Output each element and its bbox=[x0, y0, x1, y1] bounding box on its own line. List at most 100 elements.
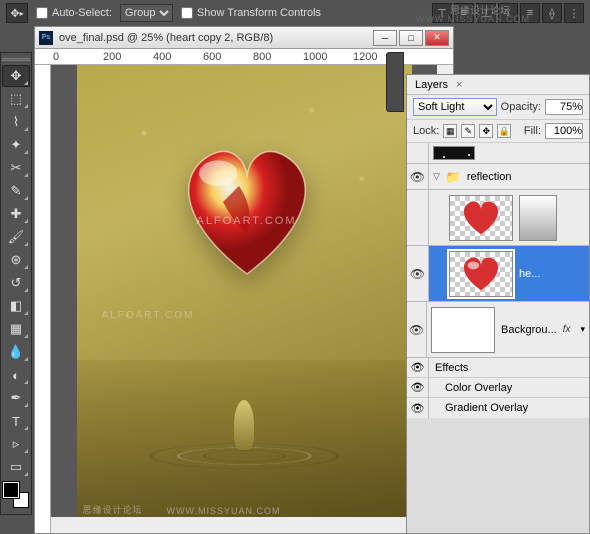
pen-tool[interactable]: ✒ bbox=[2, 387, 30, 409]
canvas-area[interactable]: ALFOART.COM ALFOART.COM 思缘设计论坛 WWW.MISSY… bbox=[51, 65, 437, 517]
blend-mode-row: Soft Light Opacity: bbox=[407, 95, 589, 120]
effect-gradient-overlay-row[interactable]: 👁 Gradient Overlay bbox=[407, 398, 589, 418]
heart-artwork bbox=[167, 135, 327, 285]
layer-name[interactable]: he... bbox=[519, 268, 540, 280]
blur-tool[interactable]: 💧 bbox=[2, 341, 30, 363]
layer-thumbnail[interactable] bbox=[449, 251, 513, 297]
toolbox-grip[interactable]: ═════ bbox=[1, 55, 31, 64]
layer-group-reflection[interactable]: 👁 ▽ 📁 reflection bbox=[407, 164, 589, 190]
visibility-toggle[interactable]: 👁 bbox=[407, 302, 427, 357]
layer-item-selected[interactable]: 👁 he... bbox=[407, 246, 589, 302]
layers-tab[interactable]: Layers × bbox=[407, 75, 589, 95]
show-transform-label: Show Transform Controls bbox=[197, 7, 321, 19]
healing-brush-tool[interactable]: ✚ bbox=[2, 203, 30, 225]
ruler-mark: 800 bbox=[253, 51, 271, 63]
eraser-tool[interactable]: ◧ bbox=[2, 295, 30, 317]
visibility-toggle[interactable]: 👁 bbox=[407, 246, 429, 301]
eye-icon: 👁 bbox=[410, 170, 425, 184]
eyedropper-tool[interactable]: ✎ bbox=[2, 180, 30, 202]
canvas-image: ALFOART.COM ALFOART.COM 思缘设计论坛 WWW.MISSY… bbox=[77, 65, 412, 517]
layer-item[interactable] bbox=[407, 143, 589, 164]
lock-row: Lock: ▦ ✎ ✥ 🔒 Fill: bbox=[407, 120, 589, 143]
layer-thumbnail[interactable] bbox=[431, 307, 495, 353]
effect-color-overlay-row[interactable]: 👁 Color Overlay bbox=[407, 378, 589, 398]
layer-thumbnail[interactable] bbox=[433, 146, 475, 160]
layers-panel: Layers × Soft Light Opacity: Lock: ▦ ✎ ✥… bbox=[406, 74, 590, 534]
lock-pixels-icon[interactable]: ✎ bbox=[461, 124, 475, 138]
foreground-color-swatch[interactable] bbox=[3, 482, 19, 498]
layer-thumbnail[interactable] bbox=[449, 195, 513, 241]
layers-list[interactable]: 👁 ▽ 📁 reflection 👁 h bbox=[407, 143, 589, 533]
layer-item-background[interactable]: 👁 Backgrou... fx ▾ bbox=[407, 302, 589, 358]
eye-icon[interactable]: 👁 bbox=[411, 361, 425, 374]
fx-disclosure-icon[interactable]: ▾ bbox=[580, 324, 585, 335]
effects-header-row[interactable]: 👁 Effects bbox=[407, 358, 589, 378]
ruler-mark: 1000 bbox=[303, 51, 327, 63]
effects-label: Effects bbox=[435, 362, 468, 374]
layer-name[interactable]: reflection bbox=[467, 171, 512, 183]
history-brush-tool[interactable]: ↺ bbox=[2, 272, 30, 294]
canvas-watermark-center: ALFOART.COM bbox=[197, 215, 297, 227]
vertical-ruler[interactable] bbox=[35, 65, 51, 533]
auto-select-checkbox[interactable]: Auto-Select: bbox=[36, 7, 112, 19]
effect-name: Gradient Overlay bbox=[435, 402, 528, 414]
effect-name: Color Overlay bbox=[435, 382, 512, 394]
visibility-toggle[interactable]: 👁 bbox=[407, 164, 429, 189]
fx-badge[interactable]: fx bbox=[563, 324, 571, 335]
ruler-mark: 0 bbox=[53, 51, 59, 63]
fill-input[interactable] bbox=[545, 123, 583, 139]
shape-tool[interactable]: ▭ bbox=[2, 456, 30, 478]
eye-icon: 👁 bbox=[410, 267, 425, 281]
maximize-button[interactable]: □ bbox=[399, 30, 423, 46]
layer-name[interactable]: Backgrou... bbox=[501, 324, 557, 336]
lock-all-icon[interactable]: 🔒 bbox=[497, 124, 511, 138]
dodge-tool[interactable]: ◐ bbox=[2, 364, 30, 386]
opacity-label: Opacity: bbox=[501, 101, 541, 113]
canvas-watermark-bottom2: WWW.MISSYUAN.COM bbox=[167, 506, 281, 516]
move-tool[interactable]: ✥ bbox=[2, 65, 30, 87]
eye-icon[interactable]: 👁 bbox=[411, 402, 425, 415]
ps-file-icon: Ps bbox=[39, 31, 53, 45]
brush-tool[interactable]: 🖌 bbox=[2, 226, 30, 248]
lock-position-icon[interactable]: ✥ bbox=[479, 124, 493, 138]
lock-label: Lock: bbox=[413, 125, 439, 137]
ruler-mark: 400 bbox=[153, 51, 171, 63]
visibility-toggle[interactable] bbox=[407, 143, 429, 163]
visibility-toggle[interactable] bbox=[407, 190, 429, 245]
move-tool-indicator[interactable]: ✥▸ bbox=[6, 3, 28, 23]
marquee-tool[interactable]: ⬚ bbox=[2, 88, 30, 110]
layer-mask-thumbnail[interactable] bbox=[519, 195, 557, 241]
ruler-mark: 200 bbox=[103, 51, 121, 63]
show-transform-checkbox[interactable]: Show Transform Controls bbox=[181, 7, 321, 19]
group-disclosure-icon[interactable]: ▽ bbox=[433, 171, 440, 182]
layer-item[interactable] bbox=[407, 190, 589, 246]
opacity-input[interactable] bbox=[545, 99, 583, 115]
gradient-tool[interactable]: ▦ bbox=[2, 318, 30, 340]
ruler-mark: 1200 bbox=[353, 51, 377, 63]
water-droplet bbox=[234, 400, 254, 450]
layers-tab-close-icon[interactable]: × bbox=[456, 79, 462, 91]
magic-wand-tool[interactable]: ✦ bbox=[2, 134, 30, 156]
close-button[interactable]: ✕ bbox=[425, 30, 449, 46]
distribute-icon[interactable]: ⋮ bbox=[564, 3, 584, 23]
color-swatches[interactable] bbox=[3, 482, 29, 508]
watermark-forum-url: WWW.MISSYUAN.COM bbox=[416, 14, 530, 24]
blend-mode-dropdown[interactable]: Soft Light bbox=[413, 98, 497, 116]
fill-label: Fill: bbox=[524, 125, 541, 137]
document-title: ove_final.psd @ 25% (heart copy 2, RGB/8… bbox=[59, 32, 367, 44]
clone-stamp-tool[interactable]: ⊛ bbox=[2, 249, 30, 271]
canvas-watermark-side: ALFOART.COM bbox=[102, 310, 195, 321]
folder-icon: 📁 bbox=[446, 170, 461, 184]
toolbox: ═════ ✥ ⬚ ⌇ ✦ ✂ ✎ ✚ 🖌 ⊛ ↺ ◧ ▦ 💧 ◐ ✒ T ▹ … bbox=[0, 52, 32, 515]
document-titlebar[interactable]: Ps ove_final.psd @ 25% (heart copy 2, RG… bbox=[35, 27, 453, 49]
eye-icon[interactable]: 👁 bbox=[411, 381, 425, 394]
lasso-tool[interactable]: ⌇ bbox=[2, 111, 30, 133]
path-selection-tool[interactable]: ▹ bbox=[2, 433, 30, 455]
align-right-icon[interactable]: ⟠ bbox=[542, 3, 562, 23]
panel-collapse-tab[interactable] bbox=[386, 52, 404, 112]
minimize-button[interactable]: ─ bbox=[373, 30, 397, 46]
type-tool[interactable]: T bbox=[2, 410, 30, 432]
auto-select-dropdown[interactable]: Group bbox=[120, 4, 173, 22]
lock-transparency-icon[interactable]: ▦ bbox=[443, 124, 457, 138]
crop-tool[interactable]: ✂ bbox=[2, 157, 30, 179]
